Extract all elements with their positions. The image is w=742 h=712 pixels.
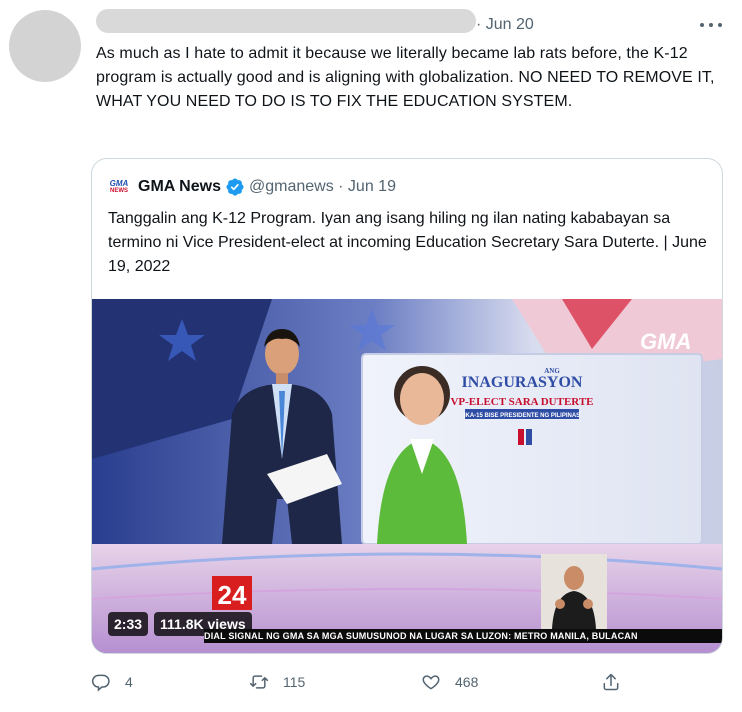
like-icon bbox=[422, 675, 440, 690]
tweet-actions: 4 115 468 bbox=[91, 672, 723, 698]
retweet-button[interactable]: 115 bbox=[249, 672, 305, 692]
verified-icon bbox=[226, 178, 244, 196]
banner-title: INAGURASYON bbox=[462, 374, 583, 391]
quoted-author-name[interactable]: GMA News bbox=[138, 178, 221, 196]
reply-count: 4 bbox=[125, 674, 133, 690]
avatar[interactable] bbox=[9, 10, 81, 82]
gma-logo-text: GMA bbox=[109, 178, 129, 188]
like-button[interactable]: 468 bbox=[421, 672, 478, 692]
logo-24: 24 bbox=[218, 580, 247, 610]
quoted-tweet[interactable]: GMA NEWS GMA News @gmanews · Jun 19 Tang… bbox=[91, 158, 723, 654]
more-icon[interactable] bbox=[700, 14, 722, 36]
news-ticker: DIAL SIGNAL NG GMA SA MGA SUMUSUNOD NA L… bbox=[204, 629, 722, 643]
tweet-date[interactable]: · Jun 20 bbox=[476, 16, 534, 34]
video-frame: ANG INAGURASYON VP-ELECT SARA DUTERTE IK… bbox=[92, 299, 722, 653]
video-duration: 2:33 bbox=[108, 612, 149, 636]
redacted-username[interactable] bbox=[96, 9, 476, 33]
retweet-count: 115 bbox=[283, 674, 306, 690]
share-icon bbox=[603, 673, 619, 691]
tweet-text: As much as I hate to admit it because we… bbox=[96, 45, 715, 110]
reply-icon bbox=[91, 674, 110, 692]
gma-channel-logo: GMA bbox=[640, 329, 691, 354]
share-button[interactable] bbox=[601, 672, 635, 692]
banner-tagline: IKA-15 BISE PRESIDENTE NG PILIPINAS bbox=[464, 413, 580, 419]
retweet-icon bbox=[249, 675, 269, 689]
news-logo-text: NEWS bbox=[110, 187, 128, 194]
banner-subtitle: VP-ELECT SARA DUTERTE bbox=[450, 396, 593, 408]
gma-news-avatar[interactable]: GMA NEWS bbox=[108, 176, 130, 198]
quoted-tweet-text: Tanggalin ang K-12 Program. Iyan ang isa… bbox=[108, 210, 707, 275]
like-count: 468 bbox=[455, 674, 479, 690]
quoted-tweet-header: GMA NEWS GMA News @gmanews · Jun 19 bbox=[108, 177, 396, 197]
quoted-handle-date[interactable]: @gmanews · Jun 19 bbox=[249, 178, 396, 196]
reply-button[interactable]: 4 bbox=[91, 672, 133, 692]
video-player[interactable]: ANG INAGURASYON VP-ELECT SARA DUTERTE IK… bbox=[92, 299, 722, 653]
